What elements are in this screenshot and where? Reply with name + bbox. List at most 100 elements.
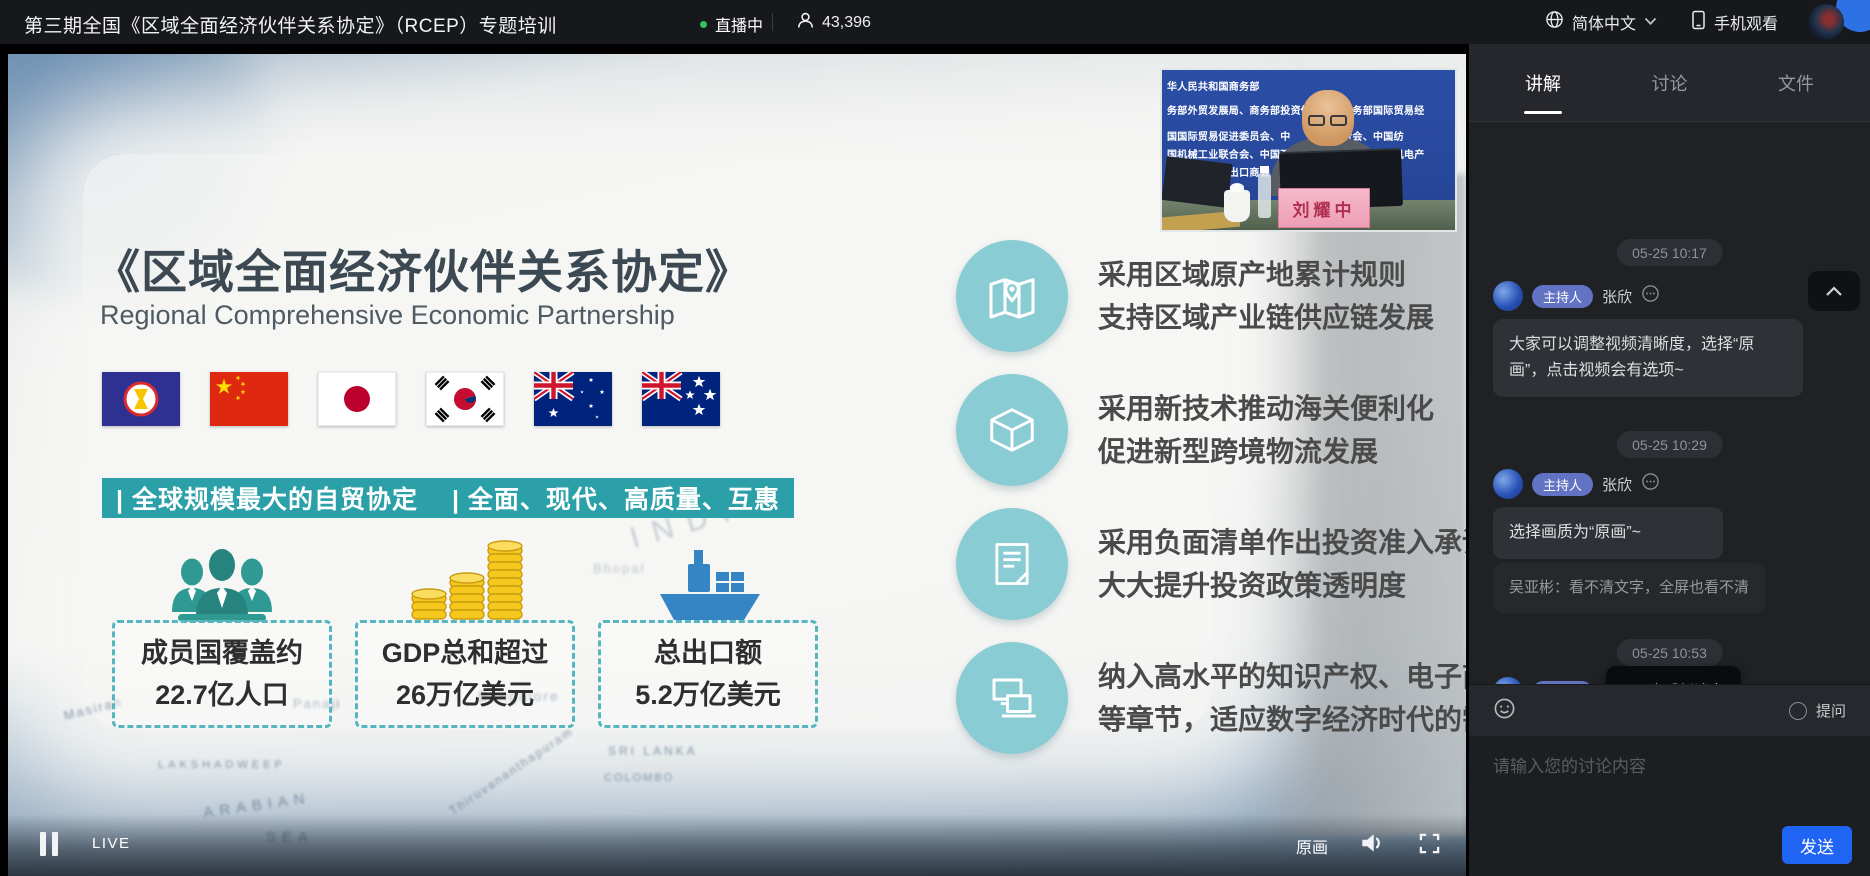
map-label: Bhopal bbox=[593, 561, 645, 576]
map-pin-icon bbox=[956, 240, 1068, 352]
send-button[interactable]: 发送 bbox=[1782, 826, 1852, 864]
avatar[interactable] bbox=[1493, 281, 1523, 311]
people-icon bbox=[160, 548, 284, 629]
viewer-count-value: 43,396 bbox=[822, 14, 871, 32]
point-line1: 纳入高水平的知识产权、电子商务 bbox=[1098, 655, 1466, 698]
view-new-messages-label: 查看新消息 bbox=[1649, 680, 1724, 685]
flag-japan bbox=[318, 372, 396, 426]
chat-input-area: 发送 bbox=[1469, 736, 1870, 876]
banner-segment: | 全面、现代、高质量、互惠 bbox=[452, 480, 780, 516]
package-icon bbox=[956, 374, 1068, 486]
user-avatar[interactable] bbox=[1808, 4, 1844, 40]
avatar[interactable] bbox=[1493, 677, 1523, 684]
flag-asean bbox=[102, 372, 180, 426]
point-customs: 采用新技术推动海关便利化 促进新型跨境物流发展 bbox=[956, 374, 1434, 486]
tab-discussion[interactable]: 讨论 bbox=[1648, 44, 1692, 122]
emoji-button[interactable] bbox=[1493, 697, 1516, 725]
quoted-message: 吴亚彬：看不清文字，全屏也看不清 bbox=[1493, 563, 1765, 613]
point-line1: 采用新技术推动海关便利化 bbox=[1098, 387, 1434, 430]
date-divider: 05-25 10:53 bbox=[1616, 639, 1723, 666]
glasses-icon bbox=[1330, 115, 1347, 126]
stat-box-exports: 总出口额 5.2万亿美元 bbox=[598, 620, 818, 728]
point-rules-of-origin: 采用区域原产地累计规则 支持区域产业链供应链发展 bbox=[956, 240, 1434, 352]
point-line2: 促进新型跨境物流发展 bbox=[1098, 430, 1434, 473]
mobile-view-button[interactable]: 手机观看 bbox=[1691, 10, 1778, 35]
avatar[interactable] bbox=[1493, 469, 1523, 499]
quality-button[interactable]: 原画 bbox=[1296, 834, 1328, 858]
more-options-icon[interactable] bbox=[1641, 472, 1660, 496]
live-badge: LIVE bbox=[92, 835, 131, 852]
slide-title: 《区域全面经济伙伴关系协定》 bbox=[94, 236, 752, 302]
fullscreen-icon[interactable] bbox=[1418, 832, 1441, 860]
video-player[interactable]: Masirah ARABIAN SEA LAKSHADWEEP Panaji B… bbox=[0, 44, 1469, 876]
date-divider: 05-25 10:29 bbox=[1616, 431, 1723, 458]
ship-icon bbox=[654, 544, 766, 629]
player-control-bar: LIVE 原画 bbox=[8, 814, 1466, 876]
pip-backdrop-text: 华人民共和国商务部 bbox=[1167, 78, 1453, 93]
host-badge: 主持人 bbox=[1532, 473, 1593, 496]
point-investment: 采用负面清单作出投资准入承诺 大大提升投资政策透明度 bbox=[956, 508, 1466, 620]
name-plate: 刘耀中 bbox=[1278, 188, 1370, 228]
person-icon bbox=[796, 11, 815, 35]
point-line2: 大大提升投资政策透明度 bbox=[1098, 564, 1466, 607]
map-label: SRI LANKA bbox=[608, 744, 698, 758]
map-label: LAKSHADWEEP bbox=[158, 759, 286, 771]
mobile-view-label: 手机观看 bbox=[1714, 10, 1778, 34]
more-options-icon[interactable] bbox=[1641, 284, 1660, 308]
stat-box-gdp: GDP总和超过 26万亿美元 bbox=[355, 620, 575, 728]
chat-toolbar: 提问 bbox=[1469, 684, 1870, 736]
language-label: 简体中文 bbox=[1572, 10, 1636, 34]
host-badge: 主持人 bbox=[1532, 285, 1593, 308]
top-bar: 第三期全国《区域全面经济伙伴关系协定》（RCEP）专题培训 直播中 43,396… bbox=[0, 0, 1870, 44]
slide-banner: | 全球规模最大的自贸协定 | 全面、现代、高质量、互惠 bbox=[102, 478, 794, 518]
top-bar-right: 简体中文 手机观看 bbox=[1545, 0, 1778, 44]
devices-icon bbox=[956, 642, 1068, 754]
chat-sidebar: 讲解 讨论 文件 05-25 10:17 主持人 张欣 大家可以调整视频清晰度，… bbox=[1469, 44, 1870, 876]
language-selector[interactable]: 简体中文 bbox=[1545, 10, 1657, 34]
stat-line1: 成员国覆盖约 bbox=[141, 635, 303, 671]
point-line2: 等章节，适应数字经济时代的需要 bbox=[1098, 698, 1466, 741]
stat-line2: 26万亿美元 bbox=[396, 677, 534, 713]
webinar-app: 第三期全国《区域全面经济伙伴关系协定》（RCEP）专题培训 直播中 43,396… bbox=[0, 0, 1870, 876]
ask-question-label: 提问 bbox=[1816, 700, 1846, 721]
volume-icon[interactable] bbox=[1358, 830, 1384, 861]
tab-files[interactable]: 文件 bbox=[1774, 44, 1818, 122]
live-status: 直播中 bbox=[700, 12, 763, 36]
chat-input[interactable] bbox=[1469, 736, 1870, 816]
ask-question-toggle[interactable]: 提问 bbox=[1789, 700, 1846, 721]
chat-bubble: 选择画质为“原画”~ bbox=[1493, 507, 1723, 559]
flag-china bbox=[210, 372, 288, 426]
glasses-icon bbox=[1308, 115, 1325, 126]
date-divider: 05-25 10:17 bbox=[1616, 239, 1723, 266]
map-label: COLOMBO bbox=[604, 772, 674, 784]
message-header: 主持人 张欣 bbox=[1493, 281, 1660, 311]
chevron-down-icon bbox=[1644, 13, 1657, 31]
banner-segment: | 全球规模最大的自贸协定 bbox=[116, 480, 418, 516]
viewer-count: 43,396 bbox=[796, 11, 871, 35]
message-header: 主持人 张欣 bbox=[1493, 469, 1660, 499]
coins-icon bbox=[404, 536, 526, 629]
video-canvas: Masirah ARABIAN SEA LAKSHADWEEP Panaji B… bbox=[8, 54, 1466, 876]
laptop bbox=[1162, 156, 1233, 208]
live-status-label: 直播中 bbox=[715, 12, 763, 36]
stat-line1: GDP总和超过 bbox=[382, 635, 549, 671]
water-bottle bbox=[1258, 172, 1271, 218]
view-new-messages-button[interactable]: 查看新消息 bbox=[1606, 666, 1741, 684]
sender-name: 张欣 bbox=[1602, 286, 1632, 307]
cup bbox=[1224, 190, 1250, 222]
divider bbox=[772, 13, 773, 31]
point-line2: 支持区域产业链供应链发展 bbox=[1098, 296, 1434, 339]
stat-box-population: 成员国覆盖约 22.7亿人口 bbox=[112, 620, 332, 728]
stat-line2: 5.2万亿美元 bbox=[635, 677, 781, 713]
tab-explanation[interactable]: 讲解 bbox=[1521, 44, 1565, 122]
stat-line1: 总出口额 bbox=[654, 635, 762, 671]
live-dot-icon bbox=[700, 21, 707, 28]
chat-message-list[interactable]: 05-25 10:17 主持人 张欣 大家可以调整视频清晰度，选择“原画”，点击… bbox=[1469, 123, 1870, 684]
point-line1: 采用负面清单作出投资准入承诺 bbox=[1098, 521, 1466, 564]
pause-button[interactable] bbox=[38, 832, 60, 856]
document-icon bbox=[956, 508, 1068, 620]
phone-icon bbox=[1691, 10, 1706, 35]
flag-australia bbox=[534, 372, 612, 426]
point-digital-economy: 纳入高水平的知识产权、电子商务 等章节，适应数字经济时代的需要 bbox=[956, 642, 1466, 754]
scroll-to-top-button[interactable] bbox=[1808, 271, 1860, 311]
